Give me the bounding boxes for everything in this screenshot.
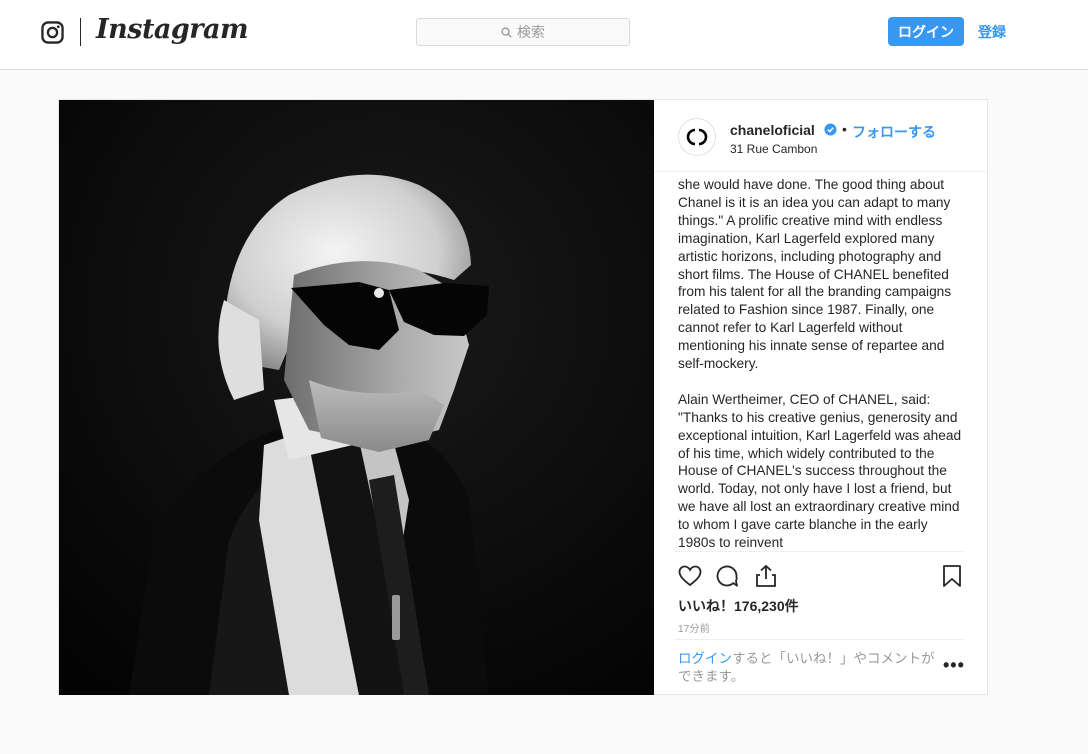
separator-dot: • xyxy=(842,121,847,137)
chanel-logo-icon xyxy=(686,128,708,146)
comment-login-link[interactable]: ログイン xyxy=(678,651,732,666)
post-header: chaneloficial • フォローする 31 Rue Cambon xyxy=(654,100,988,172)
post-photo[interactable] xyxy=(59,100,654,695)
search-icon xyxy=(501,26,512,38)
bookmark-icon[interactable] xyxy=(939,563,965,589)
search-input[interactable]: 検索 xyxy=(416,18,630,46)
verified-badge-icon xyxy=(824,123,837,136)
post-location[interactable]: 31 Rue Cambon xyxy=(730,142,817,156)
comment-login-prompt: ログインすると「いいね！」やコメントができます。 xyxy=(678,650,940,686)
post-timestamp[interactable]: 17分前 xyxy=(678,620,710,635)
divider xyxy=(674,551,964,552)
top-navigation-bar: Instagram 検索 ログイン 登録 xyxy=(0,0,1088,70)
post-card: chaneloficial • フォローする 31 Rue Cambon she… xyxy=(58,99,988,695)
comment-icon[interactable] xyxy=(714,563,740,589)
post-sidebar: chaneloficial • フォローする 31 Rue Cambon she… xyxy=(654,100,988,694)
caption-paragraph: she would have done. The good thing abou… xyxy=(678,177,955,372)
search-placeholder: 検索 xyxy=(517,24,545,40)
more-options-icon[interactable]: ••• xyxy=(943,655,965,676)
divider xyxy=(674,639,964,640)
instagram-wordmark[interactable]: Instagram xyxy=(96,14,249,45)
logo-divider xyxy=(80,18,81,46)
share-icon[interactable] xyxy=(753,563,779,589)
post-caption: she would have done. The good thing abou… xyxy=(678,176,968,550)
post-username[interactable]: chaneloficial xyxy=(730,122,815,138)
avatar[interactable] xyxy=(678,118,716,156)
instagram-icon[interactable] xyxy=(41,21,64,44)
follow-button[interactable]: フォローする xyxy=(852,122,936,142)
caption-paragraph: Alain Wertheimer, CEO of CHANEL, said: "… xyxy=(678,391,965,550)
heart-icon[interactable] xyxy=(677,563,703,589)
portrait-image xyxy=(59,100,654,695)
login-button[interactable]: ログイン xyxy=(888,17,964,46)
likes-count[interactable]: いいね！176,230件 xyxy=(678,596,799,616)
signup-link[interactable]: 登録 xyxy=(978,22,1006,42)
